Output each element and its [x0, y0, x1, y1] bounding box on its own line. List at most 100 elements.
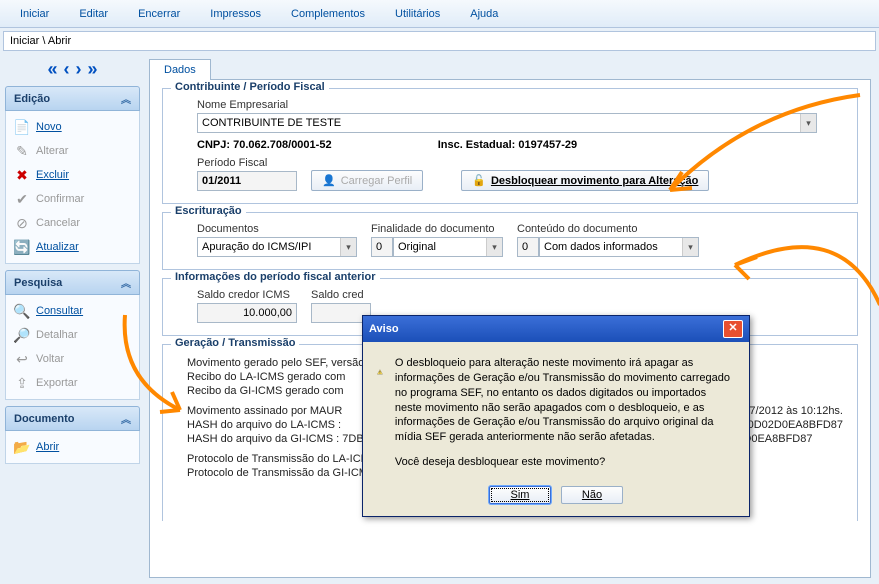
- saldo2-label: Saldo cred: [311, 289, 371, 301]
- panel-pesquisa-header[interactable]: Pesquisa ︽: [5, 270, 140, 295]
- fin-value: Original: [398, 241, 436, 253]
- conteudo-value: Com dados informados: [544, 241, 658, 253]
- sidebar-item-consultar[interactable]: 🔍Consultar: [8, 299, 137, 323]
- detail-icon: 🔎: [14, 327, 30, 343]
- carregar-label: Carregar Perfil: [341, 175, 413, 187]
- sidebar-item-label: Confirmar: [36, 193, 84, 205]
- geracao-text: Movimento assinado por MAUR: [187, 405, 342, 417]
- insc-label: Insc. Estadual:: [438, 139, 516, 151]
- menu-complementos[interactable]: Complementos: [291, 8, 365, 20]
- profile-icon: 👤: [322, 174, 336, 187]
- legend-contribuinte: Contribuinte / Período Fiscal: [171, 81, 329, 93]
- doc-select[interactable]: Apuração do ICMS/IPI ▾: [197, 237, 357, 257]
- sidebar-item-voltar: ↩ Voltar: [8, 347, 137, 371]
- desbloquear-label: Desbloquear movimento para Alteração: [491, 175, 698, 187]
- sidebar-item-label: Abrir: [36, 441, 59, 453]
- legend-escrituracao: Escrituração: [171, 205, 246, 217]
- dialog-no-button[interactable]: Não: [561, 486, 623, 504]
- menu-encerrar[interactable]: Encerrar: [138, 8, 180, 20]
- menu-ajuda[interactable]: Ajuda: [470, 8, 498, 20]
- panel-edicao-body: 📄Novo ✎Alterar ✖Excluir ✔Confirmar ⊘Canc…: [5, 111, 140, 264]
- legend-geracao: Geração / Transmissão: [171, 337, 299, 349]
- fieldset-escrituracao: Escrituração Documentos Apuração do ICMS…: [162, 212, 858, 270]
- dialog-question: Você deseja desbloquear este movimento?: [395, 455, 735, 470]
- sidebar-item-exportar: ⇪ Exportar: [8, 371, 137, 395]
- sidebar-item-excluir[interactable]: ✖Excluir: [8, 163, 137, 187]
- nav-buttons: « ‹ › »: [5, 59, 140, 80]
- search-icon: 🔍: [14, 303, 30, 319]
- nav-next-icon[interactable]: ›: [76, 59, 82, 80]
- cnpj-label: CNPJ:: [197, 139, 230, 151]
- sidebar-item-abrir[interactable]: 📂 Abrir: [8, 435, 137, 459]
- sidebar-item-detalhar: 🔎Detalhar: [8, 323, 137, 347]
- cancel-icon: ⊘: [14, 215, 30, 231]
- new-icon: 📄: [14, 119, 30, 135]
- panel-documento-body: 📂 Abrir: [5, 431, 140, 464]
- chevron-down-icon: ▾: [682, 238, 698, 256]
- sidebar-item-label: Alterar: [36, 145, 68, 157]
- dialog-yes-label: Sim: [511, 489, 530, 501]
- chevron-down-icon: ▾: [340, 238, 356, 256]
- dialog-titlebar[interactable]: Aviso ✕: [363, 316, 749, 342]
- unlock-icon: 🔓: [472, 174, 486, 187]
- carregar-perfil-button: 👤 Carregar Perfil: [311, 170, 423, 191]
- chevron-up-icon: ︽: [121, 91, 131, 106]
- panel-documento-header[interactable]: Documento ︽: [5, 406, 140, 431]
- nome-select[interactable]: CONTRIBUINTE DE TESTE ▾: [197, 113, 817, 133]
- nome-value: CONTRIBUINTE DE TESTE: [202, 117, 341, 129]
- dialog-body-text: O desbloqueio para alteração neste movim…: [395, 356, 735, 445]
- dialog-no-label: Não: [582, 489, 602, 501]
- dialog-yes-button[interactable]: Sim: [489, 486, 551, 504]
- close-icon[interactable]: ✕: [723, 320, 743, 338]
- panel-pesquisa-title: Pesquisa: [14, 277, 62, 289]
- insc-value: 0197457-29: [518, 139, 577, 151]
- nome-label: Nome Empresarial: [197, 99, 843, 111]
- periodo-input[interactable]: [197, 171, 297, 191]
- sidebar-item-atualizar[interactable]: 🔄 Atualizar: [8, 235, 137, 259]
- sidebar-item-cancelar: ⊘Cancelar: [8, 211, 137, 235]
- open-icon: 📂: [14, 439, 30, 455]
- saldo-label: Saldo credor ICMS: [197, 289, 297, 301]
- conteudo-code-input[interactable]: [517, 237, 539, 257]
- chevron-up-icon: ︽: [121, 411, 131, 426]
- geracao-text: : 0D02D0EA8BFD87: [742, 419, 844, 431]
- fin-label: Finalidade do documento: [371, 223, 503, 235]
- menu-impressos[interactable]: Impressos: [210, 8, 261, 20]
- legend-anterior: Informações do período fiscal anterior: [171, 271, 380, 283]
- back-icon: ↩: [14, 351, 30, 367]
- sidebar-item-label: Voltar: [36, 353, 64, 365]
- tab-dados[interactable]: Dados: [149, 59, 211, 80]
- warning-icon: [377, 356, 383, 388]
- geracao-text: 07/2012 às 10:12hs.: [743, 405, 843, 417]
- sidebar-item-novo[interactable]: 📄 Novo: [8, 115, 137, 139]
- fieldset-contribuinte: Contribuinte / Período Fiscal Nome Empre…: [162, 88, 858, 204]
- chevron-down-icon: ▾: [486, 238, 502, 256]
- panel-edicao-header[interactable]: Edição ︽: [5, 86, 140, 111]
- conteudo-select[interactable]: Com dados informados ▾: [539, 237, 699, 257]
- refresh-icon: 🔄: [14, 239, 30, 255]
- sidebar-item-label: Excluir: [36, 169, 69, 181]
- fin-code-input[interactable]: [371, 237, 393, 257]
- menu-utilitarios[interactable]: Utilitários: [395, 8, 440, 20]
- confirm-icon: ✔: [14, 191, 30, 207]
- export-icon: ⇪: [14, 375, 30, 391]
- breadcrumb: Iniciar \ Abrir: [3, 31, 876, 51]
- saldo-input[interactable]: [197, 303, 297, 323]
- sidebar-item-label: Atualizar: [36, 241, 79, 253]
- panel-documento-title: Documento: [14, 413, 75, 425]
- nav-last-icon[interactable]: »: [88, 59, 98, 80]
- sidebar-item-label: Novo: [36, 121, 62, 133]
- menu-editar[interactable]: Editar: [79, 8, 108, 20]
- doc-value: Apuração do ICMS/IPI: [202, 241, 311, 253]
- sidebar: « ‹ › » Edição ︽ 📄Novo ✎Alterar ✖Excluir…: [0, 54, 145, 583]
- chevron-up-icon: ︽: [121, 275, 131, 290]
- sidebar-item-confirmar: ✔ Confirmar: [8, 187, 137, 211]
- menu-iniciar[interactable]: Iniciar: [20, 8, 49, 20]
- periodo-label: Período Fiscal: [197, 157, 297, 169]
- desbloquear-button[interactable]: 🔓 Desbloquear movimento para Alteração: [461, 170, 709, 191]
- fin-select[interactable]: Original ▾: [393, 237, 503, 257]
- nav-first-icon[interactable]: «: [47, 59, 57, 80]
- panel-pesquisa-body: 🔍Consultar 🔎Detalhar ↩ Voltar ⇪ Exportar: [5, 295, 140, 400]
- nav-prev-icon[interactable]: ‹: [64, 59, 70, 80]
- sidebar-item-label: Exportar: [36, 377, 78, 389]
